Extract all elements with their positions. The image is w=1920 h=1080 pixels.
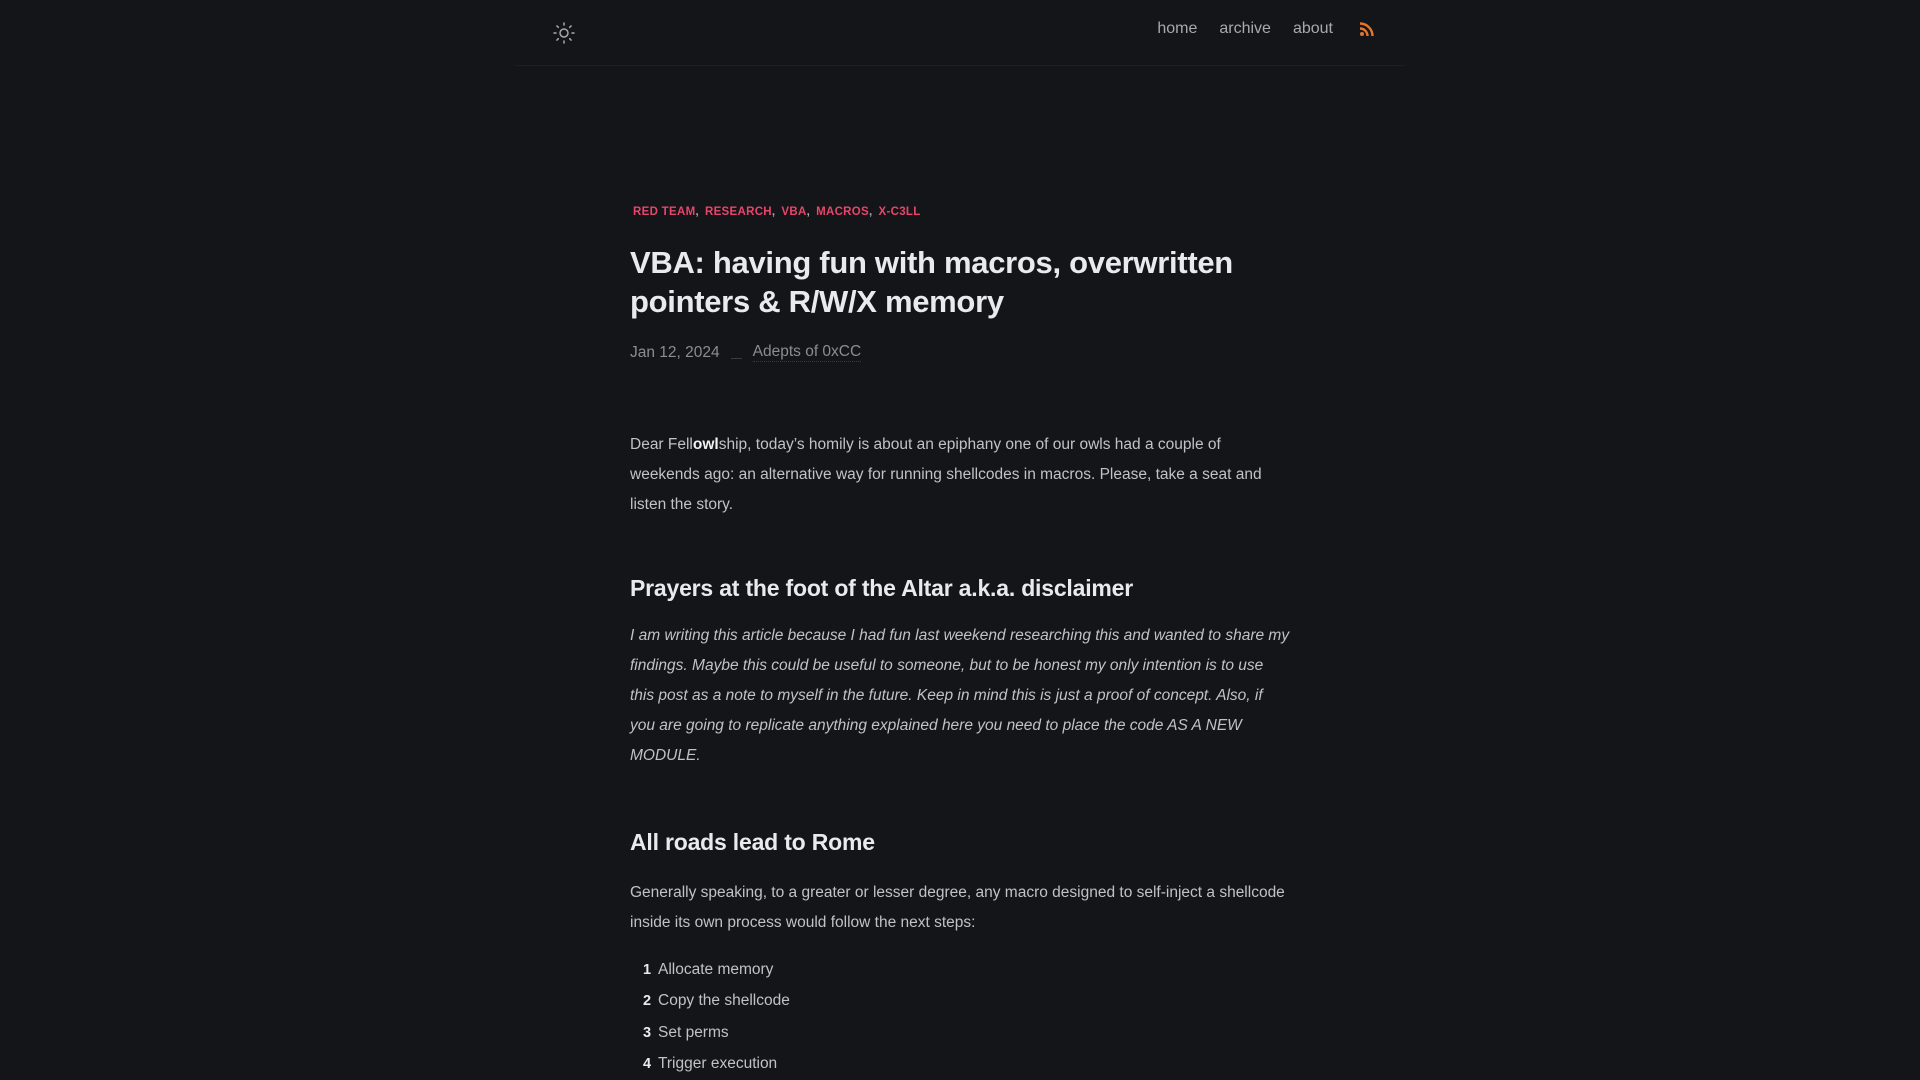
step-label: Allocate memory (658, 960, 774, 978)
step-number: 4 (643, 1056, 652, 1073)
tag-research[interactable]: RESEARCH (705, 206, 772, 218)
list-item: 1 Allocate memory (643, 954, 1290, 986)
rss-icon (1359, 22, 1374, 37)
step-number: 1 (643, 961, 652, 978)
article-meta: Jan 12, 2024 Adepts of 0xCC (630, 343, 1290, 362)
rss-feed-link[interactable] (1359, 21, 1375, 37)
nav-home[interactable]: home (1157, 20, 1197, 38)
tag-list: RED TEAM, RESEARCH, VBA, MACROS, X-C3LL (633, 206, 1290, 226)
tag-macros[interactable]: MACROS (816, 206, 869, 218)
intro-paragraph: Dear Fellowlship, today’s homily is abou… (630, 430, 1290, 520)
theme-toggle-button[interactable] (552, 21, 576, 45)
tag-vba[interactable]: VBA (781, 206, 806, 218)
intro-text-start: Dear Fell (630, 436, 693, 453)
nav-about[interactable]: about (1293, 20, 1333, 38)
tag-x-c3ll[interactable]: X-C3LL (879, 206, 921, 218)
step-number: 3 (643, 1024, 652, 1041)
list-item: 2 Copy the shellcode (643, 986, 1290, 1018)
article-title: VBA: having fun with macros, overwritten… (630, 245, 1233, 319)
section-heading-disclaimer: Prayers at the foot of the Altar a.k.a. … (630, 575, 1133, 601)
step-label: Set perms (658, 1023, 729, 1041)
intro-text-end: ship, today’s homily is about an epiphan… (630, 436, 1262, 513)
author-link[interactable]: Adepts of 0xCC (752, 343, 862, 362)
tag-separator: , (806, 206, 811, 218)
tag-separator: , (869, 206, 873, 218)
step-label: Trigger execution (658, 1055, 778, 1073)
list-item: 3 Set perms (643, 1017, 1290, 1049)
publish-date: Jan 12, 2024 (630, 343, 720, 361)
steps-list: 1 Allocate memory 2 Copy the shellcode 3 Se… (643, 954, 1290, 1080)
site-header: home archive about (515, 0, 1405, 66)
disclaimer-paragraph: I am writing this article because I had … (630, 627, 1290, 764)
section-heading-rome: All roads lead to Rome (630, 829, 875, 855)
step-number: 2 (643, 993, 652, 1010)
tag-separator: , (695, 206, 699, 218)
meta-divider (730, 358, 742, 359)
step-label: Copy the shellcode (658, 992, 790, 1010)
tag-separator: , (771, 206, 776, 218)
intro-bold-owl: owl (692, 436, 719, 453)
main-nav: home archive about (1157, 20, 1375, 38)
list-item: 4 Trigger execution (643, 1049, 1290, 1080)
tag-red-team[interactable]: RED TEAM (633, 206, 695, 218)
nav-archive[interactable]: archive (1219, 20, 1271, 38)
rome-paragraph: Generally speaking, to a greater or less… (630, 884, 1285, 931)
sun-icon (553, 22, 575, 44)
article: RED TEAM, RESEARCH, VBA, MACROS, X-C3LL VBA:… (630, 206, 1290, 1080)
